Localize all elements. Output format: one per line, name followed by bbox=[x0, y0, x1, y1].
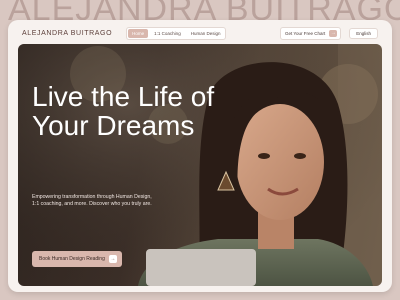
cta-label: Get Your Free Chart bbox=[284, 30, 326, 36]
hero-section: Live the Life of Your Dreams Empowering … bbox=[18, 44, 382, 286]
tab-home[interactable]: Home bbox=[128, 28, 149, 38]
top-nav: ALEJANDRA BUITRAGO Home 1:1 Coaching Hum… bbox=[22, 24, 378, 42]
hero-subtitle: Empowering transformation through Human … bbox=[32, 194, 152, 207]
book-reading-label: Book Human Design Reading bbox=[39, 256, 105, 262]
hero-title: Live the Life of Your Dreams bbox=[32, 81, 215, 141]
tab-human-design[interactable]: Human Design bbox=[187, 29, 225, 38]
brand-logo[interactable]: ALEJANDRA BUITRAGO bbox=[22, 30, 112, 37]
book-reading-button[interactable]: Book Human Design Reading → bbox=[32, 251, 122, 267]
tab-coaching[interactable]: 1:1 Coaching bbox=[150, 29, 185, 38]
arrow-right-icon: → bbox=[329, 29, 338, 37]
nav-tabs: Home 1:1 Coaching Human Design bbox=[126, 26, 227, 40]
language-selector[interactable]: English bbox=[349, 27, 378, 39]
browser-frame: ALEJANDRA BUITRAGO Home 1:1 Coaching Hum… bbox=[8, 20, 392, 292]
arrow-right-icon: → bbox=[108, 255, 117, 263]
get-free-chart-button[interactable]: Get Your Free Chart → bbox=[279, 26, 342, 40]
